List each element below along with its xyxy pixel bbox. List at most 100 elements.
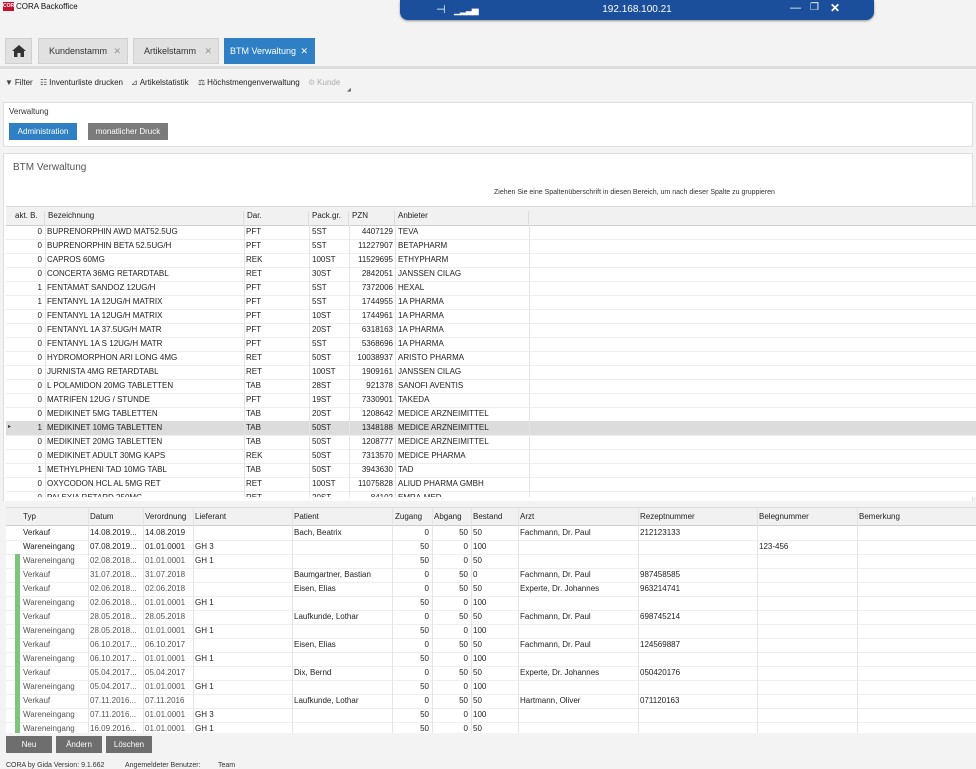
column-divider: [244, 225, 245, 497]
article-row[interactable]: 0 MEDIKINET 5MG TABLETTEN TAB 20ST 1208642 ME…: [6, 407, 976, 422]
article-cell: 5ST: [312, 227, 327, 236]
title-bar: CORA CORA Backoffice ⊣ ▁▂▃▅ 192.168.100.…: [0, 0, 976, 36]
col-anbieter[interactable]: Anbieter: [395, 211, 529, 225]
neu-button[interactable]: Neu: [6, 736, 52, 753]
article-row[interactable]: 0 MATRIFEN 12UG / STUNDE PFT 19ST 7330901 TAK…: [6, 393, 976, 408]
column-divider: [395, 225, 396, 497]
article-row[interactable]: 0 L POLAMIDON 20MG TABLETTEN TAB 28ST 921378…: [6, 379, 976, 394]
movement-cell: Dix, Bernd: [294, 668, 332, 677]
movement-row[interactable]: Wareneingang 02.08.2018... 01.01.0001 GH 1 5…: [6, 554, 976, 569]
column-divider: [471, 508, 472, 734]
col-lieferant[interactable]: Lieferant: [195, 512, 226, 521]
article-row[interactable]: 0 MEDIKINET ADULT 30MG KAPS REK 50ST 7313570…: [6, 449, 976, 464]
movement-cell: 050420176: [640, 668, 681, 677]
tab-btm-verwaltung[interactable]: BTM Verwaltung ✕: [224, 38, 315, 64]
col-akt-b[interactable]: akt. B.: [12, 211, 45, 225]
movement-row[interactable]: Verkauf 02.06.2018... 02.06.2018 Eisen, Eli…: [6, 582, 976, 597]
kunde-button[interactable]: ⚙ Kunde: [308, 78, 340, 87]
col-bemerkung[interactable]: Bemerkung: [859, 512, 900, 521]
aendern-button[interactable]: Ändern: [56, 736, 102, 753]
col-patient[interactable]: Patient: [294, 512, 319, 521]
article-cell: 2842051: [361, 269, 393, 278]
movement-row[interactable]: Verkauf 28.05.2018... 28.05.2018 Laufkunde,…: [6, 610, 976, 625]
article-cell: SANOFI AVENTIS: [398, 381, 464, 390]
col-belegnummer[interactable]: Belegnummer: [759, 512, 809, 521]
article-row[interactable]: 0 CAPROS 60MG REK 100ST 11529695 ETHYPHARM: [6, 253, 976, 268]
loeschen-button[interactable]: Löschen: [106, 736, 152, 753]
col-typ[interactable]: Typ: [23, 512, 36, 521]
col-verordnung[interactable]: Verordnung: [145, 512, 186, 521]
close-icon[interactable]: ✕: [830, 1, 840, 15]
close-tab-icon[interactable]: ✕: [300, 39, 308, 63]
row-marker: [15, 666, 20, 680]
article-row[interactable]: 0 JURNISTA 4MG RETARDTABL RET 100ST 1909161 J…: [6, 365, 976, 380]
toolbar-expand-icon[interactable]: ◢: [347, 87, 351, 93]
col-packgr[interactable]: Pack.gr.: [309, 211, 349, 225]
col-pzn[interactable]: PZN: [349, 211, 395, 225]
group-by-hint[interactable]: Ziehen Sie eine Spaltenüberschrift in di…: [494, 189, 775, 196]
row-marker: [15, 568, 20, 582]
col-bestand[interactable]: Bestand: [473, 512, 502, 521]
movement-row[interactable]: Verkauf 14.08.2019... 14.08.2019 Bach, Beat…: [6, 526, 976, 541]
article-row[interactable]: 0 FENTANYL 1A 12UG/H MATRIX PFT 10ST 1744961…: [6, 309, 976, 324]
hoechstmengenverwaltung-button[interactable]: ⚖ Höchstmengenverwaltung: [198, 78, 300, 87]
minimize-icon[interactable]: —: [790, 2, 801, 14]
movement-cell: 01.01.0001: [145, 654, 186, 663]
filter-button[interactable]: ▼ Filter: [5, 78, 33, 87]
col-bezeichnung[interactable]: Bezeichnung: [45, 211, 244, 225]
col-rezeptnummer[interactable]: Rezeptnummer: [640, 512, 695, 521]
article-row[interactable]: 0 BUPRENORPHIN BETA 52.5UG/H PFT 5ST 1122790…: [6, 239, 976, 254]
monatlicher-druck-button[interactable]: monatlicher Druck: [88, 123, 168, 140]
article-row[interactable]: 0 BUPRENORPHIN AWD MAT52.5UG PFT 5ST 4407129…: [6, 225, 976, 240]
movement-cell: 50: [459, 584, 468, 593]
movement-row[interactable]: Verkauf 31.07.2018... 31.07.2018 Baumgartne…: [6, 568, 976, 583]
article-row[interactable]: 1 FENTANYL 1A 12UG/H MATRIX PFT 5ST 1744955 1…: [6, 295, 976, 310]
article-cell: 1A PHARMA: [398, 325, 444, 334]
col-arzt[interactable]: Arzt: [520, 512, 534, 521]
movement-row[interactable]: Verkauf 05.04.2017... 05.04.2017 Dix, Bernd…: [6, 666, 976, 681]
tab-divider: [0, 66, 976, 69]
article-row[interactable]: 0 FENTANYL 1A 37.5UG/H MATR PFT 20ST 6318163…: [6, 323, 976, 338]
inventurliste-drucken-button[interactable]: ☷ Inventurliste drucken: [40, 78, 123, 87]
close-tab-icon[interactable]: ✕: [204, 39, 212, 63]
movement-row[interactable]: Wareneingang 02.06.2018... 01.01.0001 GH 1 5…: [6, 596, 976, 611]
article-cell: CAPROS 60MG: [47, 255, 105, 264]
article-row[interactable]: ▸ 1 MEDIKINET 10MG TABLETTEN TAB 50ST 1348188…: [6, 421, 976, 436]
col-abgang[interactable]: Abgang: [434, 512, 462, 521]
tab-label: BTM Verwaltung: [230, 46, 297, 56]
article-cell: 1208642: [361, 409, 393, 418]
article-row[interactable]: 1 FENTAMAT SANDOZ 12UG/H PFT 5ST 7372006 HEXA…: [6, 281, 976, 296]
article-row[interactable]: 0 FENTANYL 1A S 12UG/H MATR PFT 5ST 5368696 1…: [6, 337, 976, 352]
artikelstatistik-button[interactable]: ⊿ Artikelstatistik: [131, 78, 189, 87]
article-row[interactable]: 0 MEDIKINET 20MG TABLETTEN TAB 50ST 1208777 M…: [6, 435, 976, 450]
movement-row[interactable]: Wareneingang 05.04.2017... 01.01.0001 GH 1 5…: [6, 680, 976, 695]
movement-row[interactable]: Wareneingang 07.08.2019... 01.01.0001 GH 3 5…: [6, 540, 976, 555]
article-cell: 1: [37, 465, 42, 474]
article-row[interactable]: 0 OXYCODON HCL AL 5MG RET RET 100ST 11075828…: [6, 477, 976, 492]
article-row[interactable]: 0 PALEXIA RETARD 250MG RET 20ST84102 EMRA-ME…: [6, 491, 976, 497]
administration-button[interactable]: Administration: [9, 123, 77, 140]
movement-cell: 02.08.2018...: [90, 556, 137, 565]
article-row[interactable]: 0 CONCERTA 36MG RETARDTABL RET 30ST 2842051 J…: [6, 267, 976, 282]
article-cell: 10ST: [312, 311, 332, 320]
tab-home[interactable]: [5, 38, 32, 64]
tab-artikelstamm[interactable]: Artikelstamm ✕: [133, 38, 219, 64]
tab-kundenstamm[interactable]: Kundenstamm ✕: [38, 38, 128, 64]
movement-row[interactable]: Wareneingang 06.10.2017... 01.01.0001 GH 1 5…: [6, 652, 976, 667]
close-tab-icon[interactable]: ✕: [113, 39, 121, 63]
col-zugang[interactable]: Zugang: [395, 512, 422, 521]
movement-row[interactable]: Wareneingang 07.11.2016... 01.01.0001 GH 3 5…: [6, 708, 976, 723]
article-row[interactable]: 1 METHYLPHENI TAD 10MG TABL TAB 50ST 3943630…: [6, 463, 976, 478]
article-cell: PFT: [246, 297, 262, 306]
article-row[interactable]: 0 HYDROMORPHON ARI LONG 4MG RET 50ST 1003893…: [6, 351, 976, 366]
movement-row[interactable]: Verkauf 07.11.2016... 07.11.2016 Laufkunde,…: [6, 694, 976, 709]
movement-cell: 50: [459, 528, 468, 537]
col-datum[interactable]: Datum: [90, 512, 114, 521]
movement-cell: 50: [420, 542, 429, 551]
movement-row[interactable]: Verkauf 06.10.2017... 06.10.2017 Eisen, Eli…: [6, 638, 976, 653]
col-dar[interactable]: Dar.: [244, 211, 309, 225]
article-cell: 0: [37, 451, 42, 460]
movement-row[interactable]: Wareneingang 28.05.2018... 01.01.0001 GH 1 5…: [6, 624, 976, 639]
movement-cell: Fachmann, Dr. Paul: [520, 528, 591, 537]
restore-icon[interactable]: ❐: [810, 2, 819, 13]
